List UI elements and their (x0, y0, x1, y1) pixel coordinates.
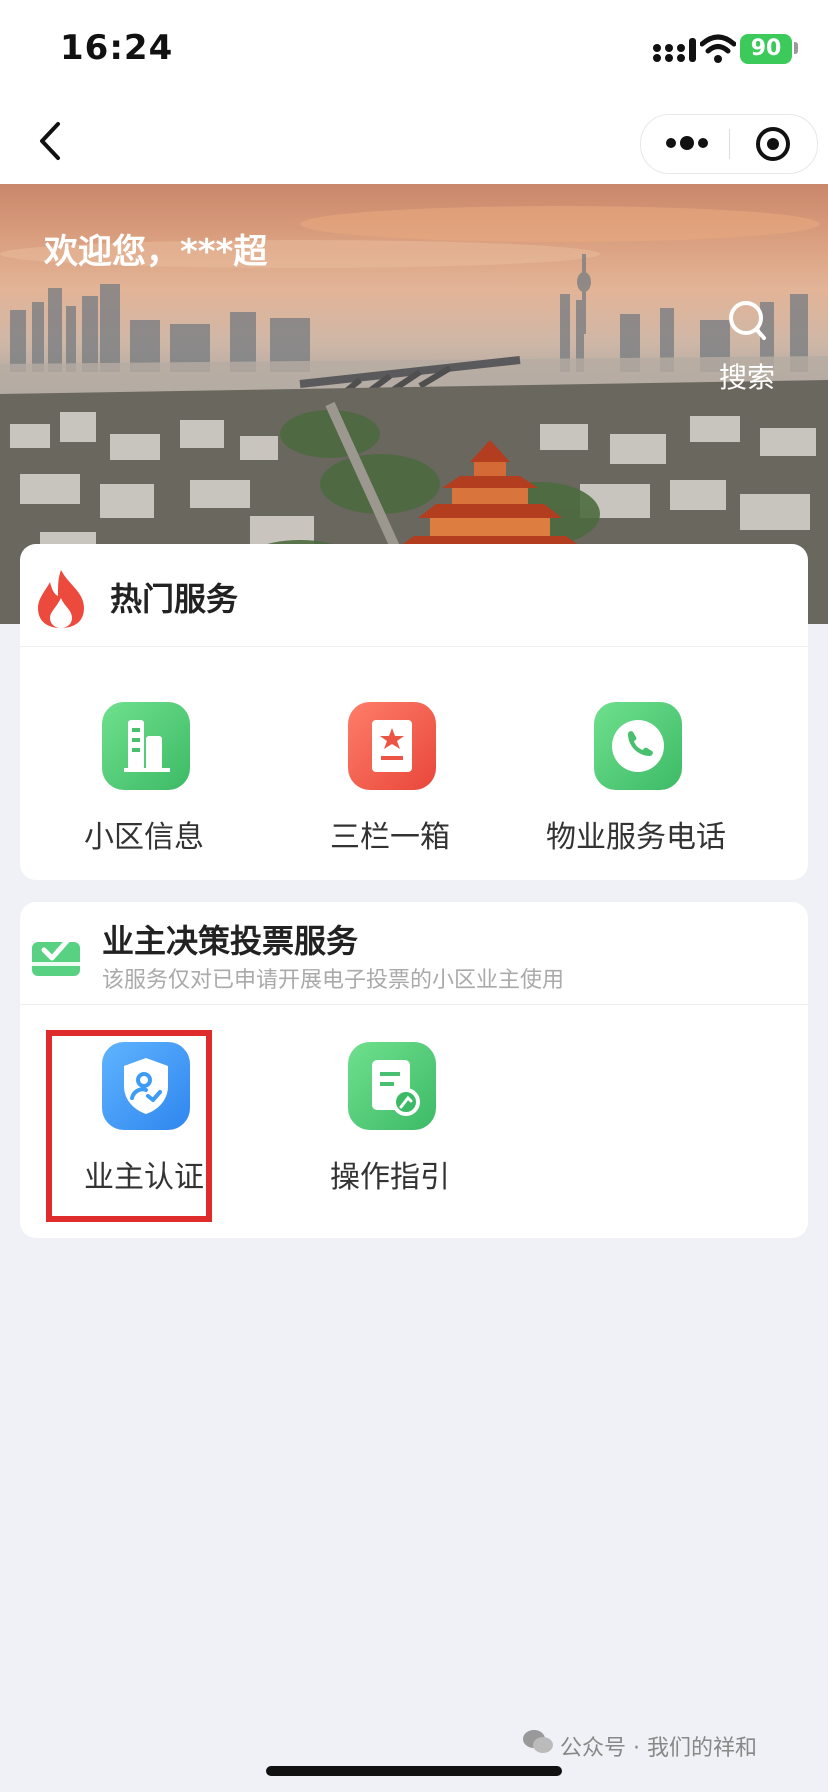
tile-label: 物业服务电话 (546, 820, 726, 855)
building-icon (102, 702, 190, 790)
wifi-icon (700, 34, 736, 63)
battery-icon: 90 (740, 34, 792, 64)
nav-bar (0, 96, 828, 184)
ballot-box-icon (32, 937, 80, 976)
hot-services-header: 热门服务 (20, 544, 808, 647)
vote-services-subtitle: 该服务仅对已申请开展电子投票的小区业主使用 (102, 968, 565, 993)
search-icon (729, 301, 766, 340)
close-target-icon[interactable] (751, 123, 795, 165)
tile-property-phone[interactable]: 物业服务电话 (526, 682, 746, 882)
vote-services-card: 业主决策投票服务 该服务仅对已申请开展电子投票的小区业主使用 业主认证 操作指引 (20, 902, 808, 1238)
phone-icon (594, 702, 682, 790)
hot-services-title: 热门服务 (110, 580, 239, 618)
back-icon[interactable] (30, 118, 70, 164)
flame-icon (38, 570, 84, 628)
more-icon[interactable] (659, 123, 715, 163)
hot-services-card: 热门服务 小区信息 三栏一箱 物业服务电话 (20, 544, 808, 880)
notice-board-icon (348, 702, 436, 790)
battery-tip (794, 42, 798, 54)
vote-services-title: 业主决策投票服务 (102, 922, 359, 960)
highlight-box (46, 1030, 212, 1222)
status-bar: 16:24 90 (0, 0, 828, 96)
vote-services-header: 业主决策投票服务 该服务仅对已申请开展电子投票的小区业主使用 (20, 902, 808, 1005)
tile-label: 三栏一箱 (330, 820, 450, 855)
capsule-divider (729, 129, 730, 159)
search-label: 搜索 (718, 361, 775, 394)
tile-operation-guide[interactable]: 操作指引 (280, 1022, 500, 1222)
mini-program-capsule (640, 114, 818, 174)
welcome-greeting: 欢迎您，***超 (44, 232, 268, 272)
tile-label: 小区信息 (84, 820, 204, 855)
search-button[interactable]: 搜索 (712, 300, 782, 400)
watermark-text: 公众号 · 我们的祥和 (560, 1736, 757, 1761)
status-time: 16:24 (60, 28, 174, 68)
signal-icon (653, 38, 696, 62)
tile-label: 操作指引 (330, 1160, 450, 1195)
watermark: 公众号 · 我们的祥和 (523, 1730, 757, 1762)
battery-level: 90 (750, 36, 782, 61)
tile-community-info[interactable]: 小区信息 (34, 682, 254, 882)
guide-doc-icon (348, 1042, 436, 1130)
home-indicator (266, 1766, 562, 1776)
tile-notice-board[interactable]: 三栏一箱 (280, 682, 500, 882)
wechat-icon (523, 1730, 553, 1753)
